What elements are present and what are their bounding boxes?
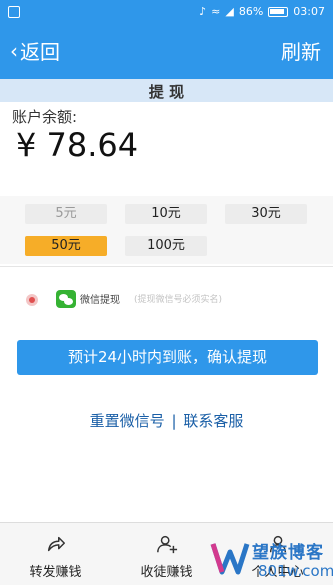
amount-option-10[interactable]: 10元 bbox=[125, 204, 207, 224]
balance-amount: ¥ 78.64 bbox=[16, 126, 139, 164]
wifi-icon: ≈ bbox=[211, 5, 221, 18]
page-title: 提 现 bbox=[0, 76, 333, 102]
back-label: 返回 bbox=[20, 40, 60, 64]
amount-option-100[interactable]: 100元 bbox=[125, 236, 207, 256]
status-bar: ♪ ≈ ◢ 86% 03:07 bbox=[0, 0, 333, 24]
wechat-icon bbox=[56, 290, 76, 308]
signal-icon: ◢ bbox=[225, 5, 234, 18]
watermark-logo bbox=[210, 543, 250, 575]
tab-recruit-label: 收徒赚钱 bbox=[140, 565, 193, 580]
tab-share[interactable]: 转发赚钱 bbox=[0, 523, 111, 585]
battery-icon bbox=[268, 6, 289, 17]
watermark: 望族博客 801w.com bbox=[210, 536, 333, 585]
balance-label: 账户余额: bbox=[12, 108, 78, 126]
clock: 03:07 bbox=[293, 5, 325, 18]
refresh-button[interactable]: 刷新 bbox=[281, 36, 321, 65]
link-separator: | bbox=[171, 412, 177, 430]
tab-recruit[interactable]: 收徒赚钱 bbox=[111, 523, 222, 585]
mute-icon: ♪ bbox=[199, 5, 207, 18]
footer-links: 重置微信号 | 联系客服 bbox=[0, 410, 333, 431]
status-icons: ♪ ≈ ◢ 86% 03:07 bbox=[199, 5, 325, 18]
payment-hint: (提现微信号必须实名) bbox=[134, 295, 223, 305]
amount-option-50[interactable]: 50元 bbox=[25, 236, 107, 256]
nav-bar: ‹ 返回 刷新 bbox=[0, 24, 333, 76]
divider bbox=[0, 266, 333, 267]
notification-icon bbox=[8, 6, 20, 18]
payment-method-label: 微信提现 bbox=[80, 295, 120, 306]
confirm-withdraw-button[interactable]: 预计24小时内到账，确认提现 bbox=[17, 340, 318, 375]
amount-options: 5元 10元 30元 50元 100元 bbox=[0, 196, 333, 264]
back-button[interactable]: ‹ 返回 bbox=[10, 36, 60, 65]
watermark-url: 801w.com bbox=[258, 562, 333, 580]
chevron-left-icon: ‹ bbox=[10, 38, 18, 63]
payment-method-row[interactable]: 微信提现 (提现微信号必须实名) bbox=[0, 282, 333, 316]
contact-support-link[interactable]: 联系客服 bbox=[183, 412, 243, 430]
add-user-icon bbox=[157, 535, 178, 554]
share-icon bbox=[47, 536, 65, 552]
amount-option-30[interactable]: 30元 bbox=[225, 204, 307, 224]
payment-radio[interactable] bbox=[26, 294, 38, 306]
reset-wechat-link[interactable]: 重置微信号 bbox=[90, 412, 165, 430]
tab-share-label: 转发赚钱 bbox=[29, 565, 82, 580]
watermark-title: 望族博客 bbox=[252, 543, 324, 563]
amount-option-5[interactable]: 5元 bbox=[25, 204, 107, 224]
battery-percent: 86% bbox=[238, 5, 264, 18]
